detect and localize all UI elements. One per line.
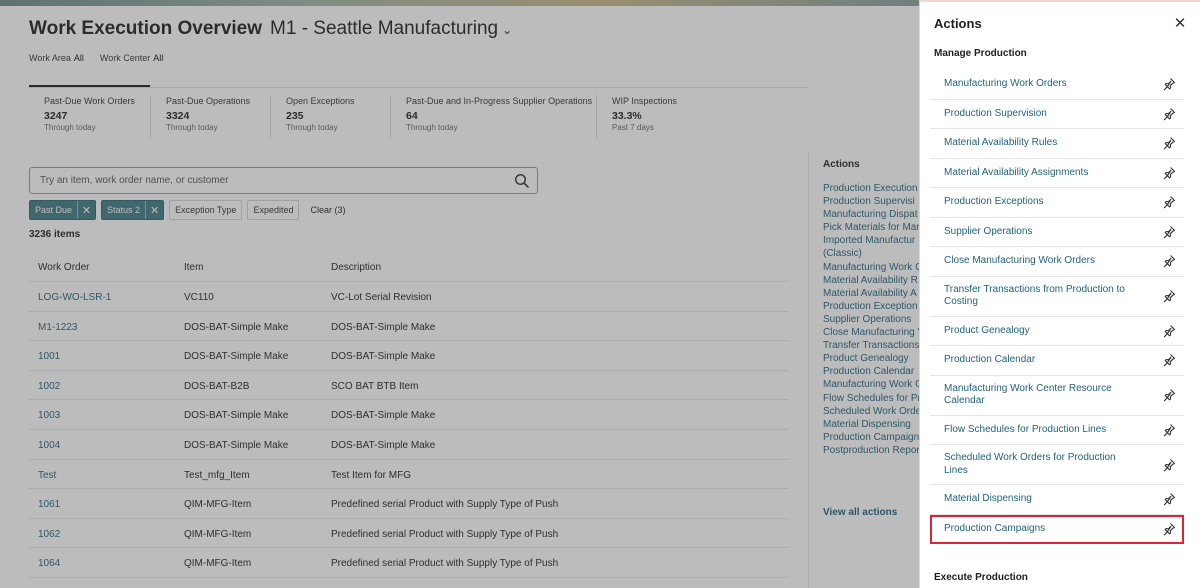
drawer-action-item[interactable]: Close Manufacturing Work Orders bbox=[930, 247, 1184, 277]
drawer-action-item[interactable]: Production Exceptions bbox=[930, 188, 1184, 218]
drawer-action-item[interactable]: Material Dispensing bbox=[930, 485, 1184, 515]
drawer-top-accent bbox=[920, 0, 1200, 2]
drawer-title: Actions bbox=[934, 16, 982, 31]
actions-drawer: Actions ✕ Manage Production Manufacturin… bbox=[919, 0, 1200, 588]
drawer-action-label[interactable]: Product Genealogy bbox=[930, 325, 1140, 338]
pin-icon[interactable] bbox=[1162, 353, 1176, 367]
modal-overlay[interactable] bbox=[0, 0, 920, 588]
drawer-action-item[interactable]: Scheduled Work Orders for Production Lin… bbox=[930, 445, 1184, 485]
pin-icon[interactable] bbox=[1162, 136, 1176, 150]
pin-icon[interactable] bbox=[1162, 324, 1176, 338]
pin-icon[interactable] bbox=[1162, 77, 1176, 91]
drawer-action-label[interactable]: Scheduled Work Orders for Production Lin… bbox=[930, 452, 1140, 477]
pin-icon[interactable] bbox=[1162, 107, 1176, 121]
drawer-action-item[interactable]: Product Genealogy bbox=[930, 317, 1184, 346]
drawer-action-item[interactable]: Manufacturing Work Center Resource Calen… bbox=[930, 376, 1184, 416]
pin-icon[interactable] bbox=[1162, 492, 1176, 506]
drawer-action-label[interactable]: Material Dispensing bbox=[930, 493, 1140, 506]
drawer-action-label[interactable]: Production Calendar bbox=[930, 354, 1140, 367]
pin-icon[interactable] bbox=[1162, 458, 1176, 472]
section-heading-manage-production: Manage Production bbox=[934, 48, 1027, 59]
drawer-action-label[interactable]: Production Supervision bbox=[930, 108, 1140, 121]
drawer-action-item[interactable]: Material Availability Rules bbox=[930, 129, 1184, 159]
drawer-action-label[interactable]: Manufacturing Work Orders bbox=[930, 78, 1140, 91]
drawer-action-label[interactable]: Close Manufacturing Work Orders bbox=[930, 255, 1140, 268]
drawer-action-item[interactable]: Production Campaigns bbox=[930, 514, 1184, 544]
drawer-action-label[interactable]: Production Exceptions bbox=[930, 196, 1140, 209]
drawer-action-item[interactable]: Supplier Operations bbox=[930, 218, 1184, 247]
drawer-action-label[interactable]: Manufacturing Work Center Resource Calen… bbox=[930, 383, 1140, 408]
pin-icon[interactable] bbox=[1162, 388, 1176, 402]
pin-icon[interactable] bbox=[1162, 254, 1176, 268]
pin-icon[interactable] bbox=[1162, 522, 1176, 536]
drawer-action-label[interactable]: Supplier Operations bbox=[930, 226, 1140, 239]
drawer-action-label[interactable]: Production Campaigns bbox=[930, 523, 1140, 536]
pin-icon[interactable] bbox=[1162, 195, 1176, 209]
drawer-action-label[interactable]: Material Availability Rules bbox=[930, 137, 1140, 150]
close-icon[interactable]: ✕ bbox=[1172, 15, 1188, 32]
drawer-action-item[interactable]: Production Calendar bbox=[930, 346, 1184, 376]
drawer-action-item[interactable]: Material Availability Assignments bbox=[930, 159, 1184, 188]
drawer-action-label[interactable]: Flow Schedules for Production Lines bbox=[930, 424, 1140, 437]
drawer-action-label[interactable]: Material Availability Assignments bbox=[930, 167, 1140, 180]
drawer-action-label[interactable]: Transfer Transactions from Production to… bbox=[930, 284, 1140, 309]
drawer-action-item[interactable]: Flow Schedules for Production Lines bbox=[930, 416, 1184, 445]
pin-icon[interactable] bbox=[1162, 166, 1176, 180]
pin-icon[interactable] bbox=[1162, 423, 1176, 437]
drawer-action-item[interactable]: Transfer Transactions from Production to… bbox=[930, 277, 1184, 317]
drawer-action-item[interactable]: Production Supervision bbox=[930, 100, 1184, 129]
pin-icon[interactable] bbox=[1162, 225, 1176, 239]
pin-icon[interactable] bbox=[1162, 289, 1176, 303]
drawer-action-item[interactable]: Manufacturing Work Orders bbox=[930, 70, 1184, 100]
drawer-action-list: Manufacturing Work Orders Production Supe… bbox=[930, 70, 1184, 544]
section-heading-execute-production: Execute Production bbox=[934, 572, 1028, 583]
